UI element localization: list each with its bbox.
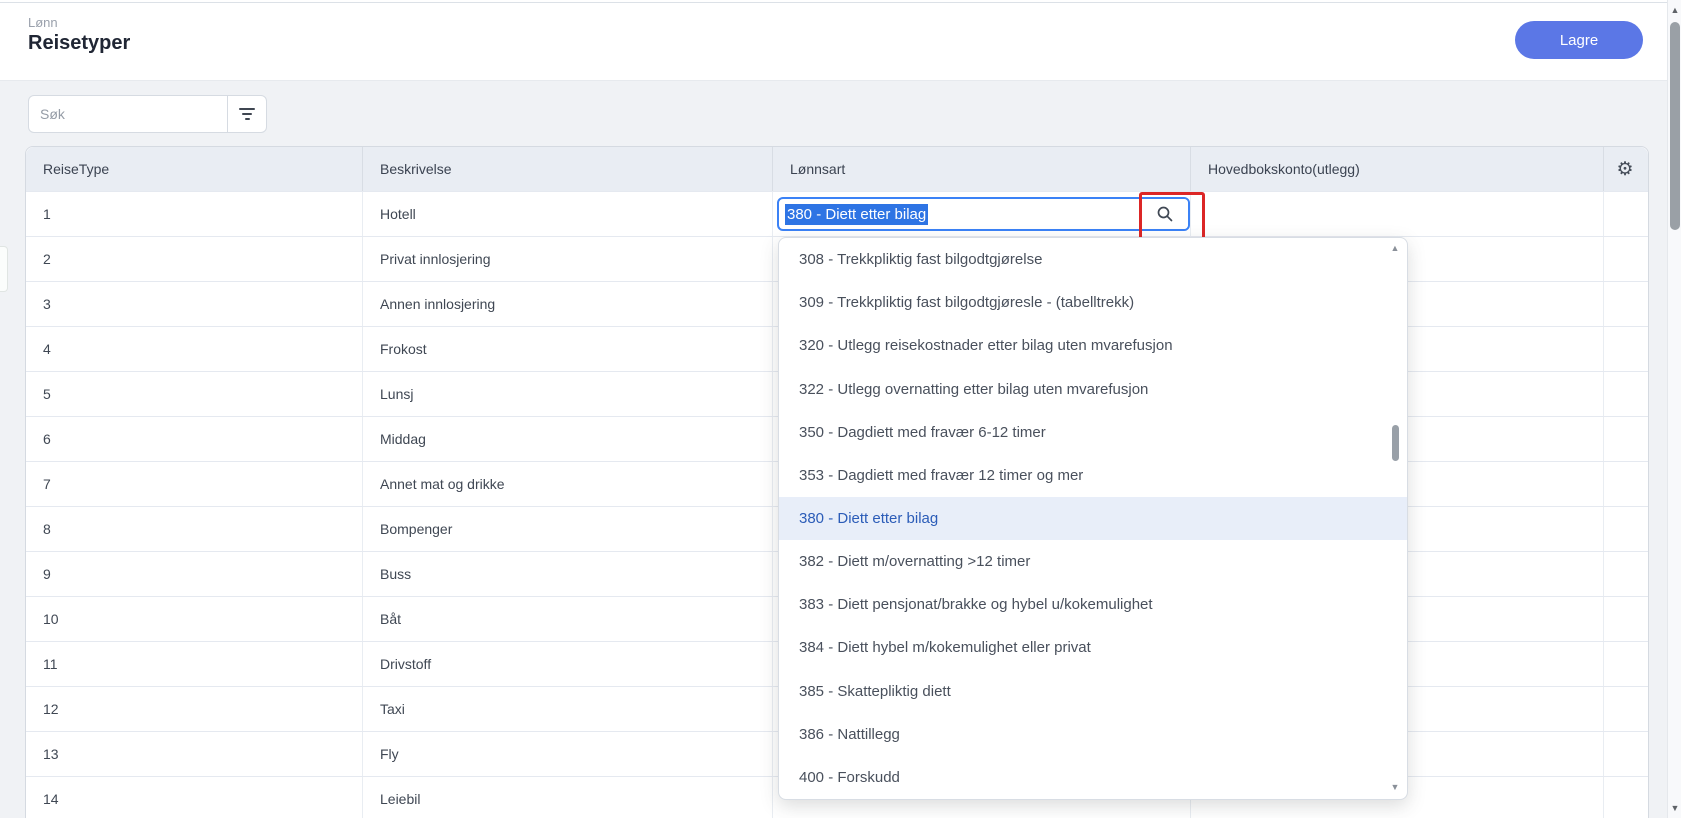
dropdown-scrollbar-thumb[interactable] (1392, 425, 1399, 461)
cell-beskrivelse: Taxi (363, 687, 773, 731)
lonnsart-input[interactable]: 380 - Diett etter bilag (779, 199, 1141, 229)
dropdown-item[interactable]: 353 - Dagdiett med fravær 12 timer og me… (779, 454, 1407, 497)
dropdown-scroll-up-icon[interactable]: ▲ (1388, 243, 1402, 253)
cell-beskrivelse: Bompenger (363, 507, 773, 551)
cell-beskrivelse: Annet mat og drikke (363, 462, 773, 506)
filter-button[interactable] (227, 96, 266, 132)
save-button[interactable]: Lagre (1515, 21, 1643, 59)
page: Lønn Reisetyper Lagre Søk ReiseTypeBeskr… (0, 0, 1681, 818)
cell-actions (1604, 552, 1646, 596)
cell-actions (1604, 237, 1646, 281)
table-header-cell: Hovedbokskonto(utlegg) (1191, 147, 1604, 191)
filter-icon (239, 108, 255, 120)
cell-actions (1604, 597, 1646, 641)
cell-beskrivelse: Båt (363, 597, 773, 641)
cell-reisetype: 6 (26, 417, 363, 461)
cell-actions (1604, 192, 1646, 236)
dropdown-item[interactable]: 382 - Diett m/overnatting >12 timer (779, 540, 1407, 583)
dropdown-item[interactable]: 322 - Utlegg overnatting etter bilag ute… (779, 367, 1407, 410)
dropdown-scrollbar: ▲ ▼ (1388, 241, 1402, 794)
dropdown-item[interactable]: 320 - Utlegg reisekostnader etter bilag … (779, 324, 1407, 367)
top-bar: Lønn Reisetyper Lagre (0, 0, 1681, 81)
dropdown-item[interactable]: 350 - Dagdiett med fravær 6-12 timer (779, 411, 1407, 454)
cell-actions (1604, 327, 1646, 371)
dropdown-item[interactable]: 383 - Diett pensjonat/brakke og hybel u/… (779, 583, 1407, 626)
cell-actions (1604, 417, 1646, 461)
dropdown-item[interactable]: 308 - Trekkpliktig fast bilgodtgjørelse (779, 238, 1407, 281)
dropdown-scroll-down-icon[interactable]: ▼ (1388, 782, 1402, 792)
cell-beskrivelse: Hotell (363, 192, 773, 236)
cell-beskrivelse: Fly (363, 732, 773, 776)
cell-beskrivelse: Frokost (363, 327, 773, 371)
cell-hovedbokskonto[interactable] (1191, 192, 1604, 236)
table-header-cell: Lønnsart (773, 147, 1191, 191)
page-scroll-down-icon[interactable]: ▼ (1668, 803, 1681, 813)
page-scroll-up-icon[interactable]: ▲ (1668, 5, 1681, 15)
search-input[interactable]: Søk (29, 96, 227, 132)
page-scrollbar-thumb[interactable] (1670, 22, 1680, 230)
cell-reisetype: 10 (26, 597, 363, 641)
lonnsart-combo: 380 - Diett etter bilag (777, 197, 1190, 231)
table-header-row: ReiseTypeBeskrivelseLønnsartHovedbokskon… (26, 147, 1648, 191)
cell-actions (1604, 462, 1646, 506)
cell-actions (1604, 732, 1646, 776)
cell-actions (1604, 282, 1646, 326)
breadcrumb[interactable]: Lønn (28, 15, 58, 30)
table-header-cell: Beskrivelse (363, 147, 773, 191)
cell-reisetype: 11 (26, 642, 363, 686)
lonnsart-search-button[interactable] (1141, 199, 1188, 229)
cell-reisetype: 12 (26, 687, 363, 731)
cell-reisetype: 14 (26, 777, 363, 818)
table-header-cell: ReiseType (26, 147, 363, 191)
cell-actions (1604, 507, 1646, 551)
cell-beskrivelse: Leiebil (363, 777, 773, 818)
cell-reisetype: 1 (26, 192, 363, 236)
cell-reisetype: 5 (26, 372, 363, 416)
lonnsart-dropdown: 308 - Trekkpliktig fast bilgodtgjørelse3… (778, 237, 1408, 800)
cell-beskrivelse: Lunsj (363, 372, 773, 416)
cell-beskrivelse: Privat innlosjering (363, 237, 773, 281)
cell-reisetype: 2 (26, 237, 363, 281)
cell-reisetype: 3 (26, 282, 363, 326)
cell-reisetype: 8 (26, 507, 363, 551)
cell-actions (1604, 642, 1646, 686)
search-box: Søk (28, 95, 267, 133)
page-title: Reisetyper (28, 32, 130, 55)
dropdown-item[interactable]: 386 - Nattillegg (779, 713, 1407, 756)
lonnsart-input-selected-text: 380 - Diett etter bilag (785, 204, 928, 225)
top-hairline (0, 2, 1667, 3)
dropdown-item[interactable]: 309 - Trekkpliktig fast bilgodtgjøresle … (779, 281, 1407, 324)
cell-reisetype: 4 (26, 327, 363, 371)
cell-reisetype: 7 (26, 462, 363, 506)
search-icon (1156, 205, 1174, 223)
dropdown-item[interactable]: 400 - Forskudd (779, 756, 1407, 799)
left-edge-tab[interactable] (0, 246, 8, 292)
dropdown-item[interactable]: 380 - Diett etter bilag (779, 497, 1407, 540)
column-settings-button[interactable]: ⚙ (1604, 147, 1646, 191)
gear-icon: ⚙ (1616, 160, 1633, 179)
cell-beskrivelse: Buss (363, 552, 773, 596)
cell-beskrivelse: Annen innlosjering (363, 282, 773, 326)
cell-actions (1604, 372, 1646, 416)
cell-actions (1604, 687, 1646, 731)
cell-beskrivelse: Drivstoff (363, 642, 773, 686)
cell-reisetype: 9 (26, 552, 363, 596)
cell-actions (1604, 777, 1646, 818)
dropdown-item[interactable]: 385 - Skattepliktig diett (779, 670, 1407, 713)
cell-beskrivelse: Middag (363, 417, 773, 461)
cell-reisetype: 13 (26, 732, 363, 776)
dropdown-item[interactable]: 384 - Diett hybel m/kokemulighet eller p… (779, 626, 1407, 669)
page-scrollbar: ▲ ▼ (1667, 0, 1681, 818)
